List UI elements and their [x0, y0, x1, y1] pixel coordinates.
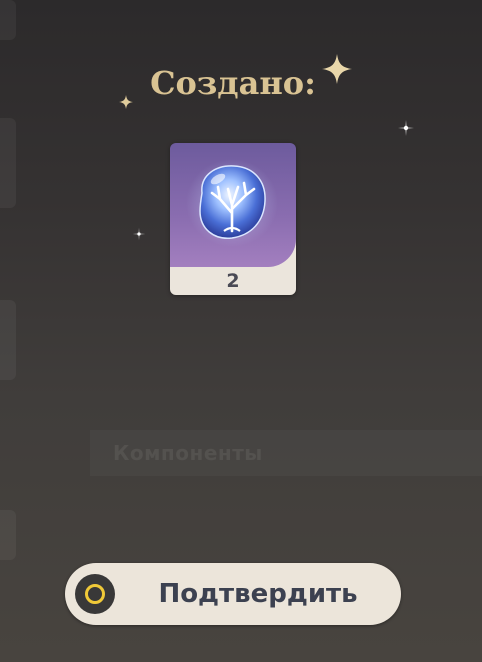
result-title-row: Создано: [0, 64, 466, 102]
background-ghost-card-left-mid [0, 118, 16, 208]
confirm-button[interactable]: Подтвердить [65, 563, 401, 625]
confirm-button-label: Подтвердить [158, 579, 358, 609]
background-components-label: Компоненты [113, 441, 263, 465]
gamepad-a-button-icon [75, 574, 115, 614]
sparkle-star-right-icon [398, 120, 414, 136]
sparkle-star-left-icon [132, 227, 146, 241]
background-ghost-card-left-top [0, 0, 16, 40]
background-ghost-card-left-low [0, 300, 16, 380]
background-ghost-card-left-bottom [0, 510, 16, 560]
crystal-orb-tree-icon [186, 159, 278, 247]
item-quantity: 2 [170, 267, 296, 295]
gamepad-a-button-ring [85, 584, 105, 604]
result-title: Создано: [150, 64, 316, 102]
crafted-item-card[interactable]: 2 [170, 143, 296, 295]
